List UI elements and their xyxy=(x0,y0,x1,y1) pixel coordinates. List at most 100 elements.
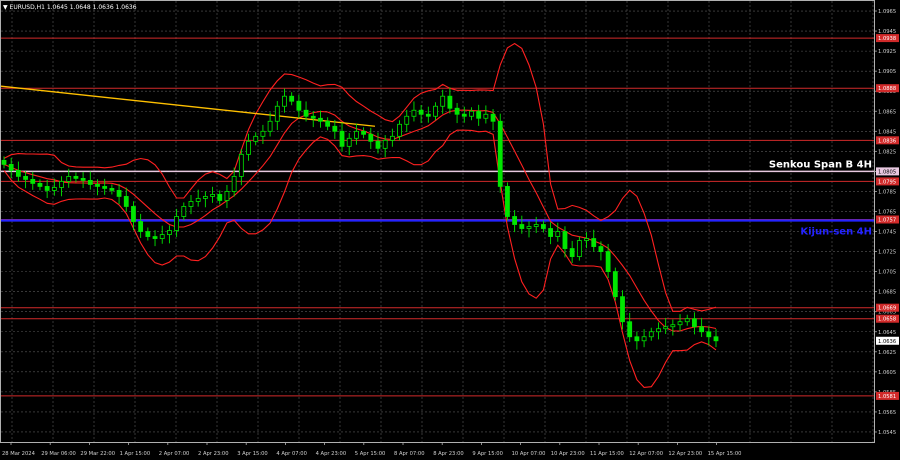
senkou-price-tag: 1.0805 xyxy=(878,169,896,175)
x-tick-label: 28 Mar 2024 xyxy=(2,451,36,457)
chart-window: 1.0965 1.0945 1.0925 1.0905 1.0885 1.0865 1.08… xyxy=(0,0,900,460)
candle-body xyxy=(318,117,323,122)
candle-body xyxy=(454,107,460,115)
candle-body xyxy=(569,248,575,257)
candle-body xyxy=(576,240,582,257)
candle-body xyxy=(346,137,352,147)
candle-body xyxy=(641,336,647,342)
level-price-tag: 1.0658 xyxy=(878,317,896,323)
x-tick-label: 15 Apr 15:00 xyxy=(708,451,742,457)
candle-body xyxy=(461,113,467,117)
candle-body xyxy=(620,296,625,323)
candle-body xyxy=(540,224,546,229)
candle-body xyxy=(202,196,208,199)
candle-body xyxy=(526,226,532,229)
candle-body xyxy=(663,326,669,330)
candle-body xyxy=(469,110,474,117)
y-tick-label: 1.0545 xyxy=(878,430,896,436)
candle-body xyxy=(246,140,251,155)
candle-body xyxy=(30,179,36,184)
x-tick-label: 1 Apr 15:00 xyxy=(120,451,151,457)
candle-body xyxy=(51,187,57,191)
candle-body xyxy=(138,221,144,232)
level-price-tag: 1.0581 xyxy=(878,394,896,400)
candle-body xyxy=(656,328,661,333)
y-tick-label: 1.0825 xyxy=(878,149,896,155)
candle-body xyxy=(339,130,345,147)
x-tick-label: 2 Apr 07:00 xyxy=(159,451,190,457)
chart-symbol-header: ▼ EURUSD,H1 1.0645 1.0648 1.0636 1.0636 xyxy=(3,4,137,11)
candle-body xyxy=(684,318,690,323)
candle-body xyxy=(303,109,309,117)
candle-body xyxy=(598,246,604,252)
candle-body xyxy=(1,159,7,165)
candle-body xyxy=(159,234,165,239)
candle-body xyxy=(282,95,287,107)
y-tick-label: 1.0705 xyxy=(878,270,896,276)
candle-body xyxy=(389,135,395,141)
candle-body xyxy=(548,228,553,237)
y-tick-label: 1.0865 xyxy=(878,109,896,115)
candle-body xyxy=(713,336,719,342)
candle-body xyxy=(677,321,683,326)
candle-body xyxy=(555,231,561,237)
candle-body xyxy=(296,100,302,111)
candle-body xyxy=(44,186,50,191)
y-tick-label: 1.0925 xyxy=(878,49,896,55)
candle-body xyxy=(23,175,28,180)
candle-body xyxy=(217,194,223,201)
kijun-sen-label: Kijun-sen 4H xyxy=(800,226,872,237)
x-tick-label: 11 Apr 15:00 xyxy=(590,451,624,457)
y-tick-label: 1.0785 xyxy=(878,189,896,195)
candle-body xyxy=(397,123,402,137)
y-tick-label: 1.0745 xyxy=(878,230,896,236)
bollinger-bands xyxy=(3,42,717,388)
candle-body xyxy=(361,130,366,135)
level-price-tag: 1.0795 xyxy=(878,179,896,185)
candle-body xyxy=(497,120,503,187)
candle-body xyxy=(210,194,215,197)
candle-body xyxy=(145,231,151,237)
candle-body xyxy=(274,105,280,122)
candle-body xyxy=(8,163,14,171)
candle-body xyxy=(519,224,525,229)
candle-body xyxy=(253,135,259,142)
candle-body xyxy=(102,186,108,189)
candle-body xyxy=(368,133,374,142)
level-price-tag: 1.0836 xyxy=(878,138,896,144)
y-tick-label: 1.0565 xyxy=(878,410,896,416)
x-tick-label: 3 Apr 15:00 xyxy=(237,451,268,457)
x-tick-label: 5 Apr 15:00 xyxy=(355,451,386,457)
level-price-tag: 1.0757 xyxy=(878,217,896,223)
candle-body xyxy=(591,238,597,247)
candle-body xyxy=(670,324,676,328)
time-axis: 28 Mar 2024 29 Mar 06:00 29 Mar 22:00 1 Apr… xyxy=(2,442,741,457)
x-tick-label: 8 Apr 23:00 xyxy=(433,451,464,457)
candle-body xyxy=(231,175,237,192)
x-tick-label: 8 Apr 07:00 xyxy=(394,451,425,457)
candle-body xyxy=(692,318,697,328)
y-tick-label: 1.0965 xyxy=(878,9,896,15)
candle-body xyxy=(87,180,93,185)
candle-body xyxy=(505,186,510,217)
candle-body xyxy=(289,95,295,102)
candle-body xyxy=(440,95,446,107)
candle-body xyxy=(95,184,100,187)
senkou-span-b-label: Senkou Span B 4H xyxy=(769,159,872,170)
candle-body xyxy=(648,331,654,338)
candle-body xyxy=(188,201,194,207)
candle-body xyxy=(66,175,72,182)
y-tick-label: 1.0685 xyxy=(878,290,896,296)
candle-body xyxy=(116,190,122,197)
candle-body xyxy=(447,95,453,109)
candle-body xyxy=(404,115,410,125)
price-chart[interactable]: 1.09651.09451.09251.09051.08851.08651.08… xyxy=(0,0,900,460)
y-tick-label: 1.0905 xyxy=(878,69,896,75)
candle-body xyxy=(699,326,705,333)
candle-body xyxy=(73,175,79,179)
candle-body xyxy=(382,139,388,149)
candle-body xyxy=(238,153,244,177)
candle-body xyxy=(37,183,43,187)
candle-body xyxy=(425,113,431,117)
candle-body xyxy=(512,216,518,225)
